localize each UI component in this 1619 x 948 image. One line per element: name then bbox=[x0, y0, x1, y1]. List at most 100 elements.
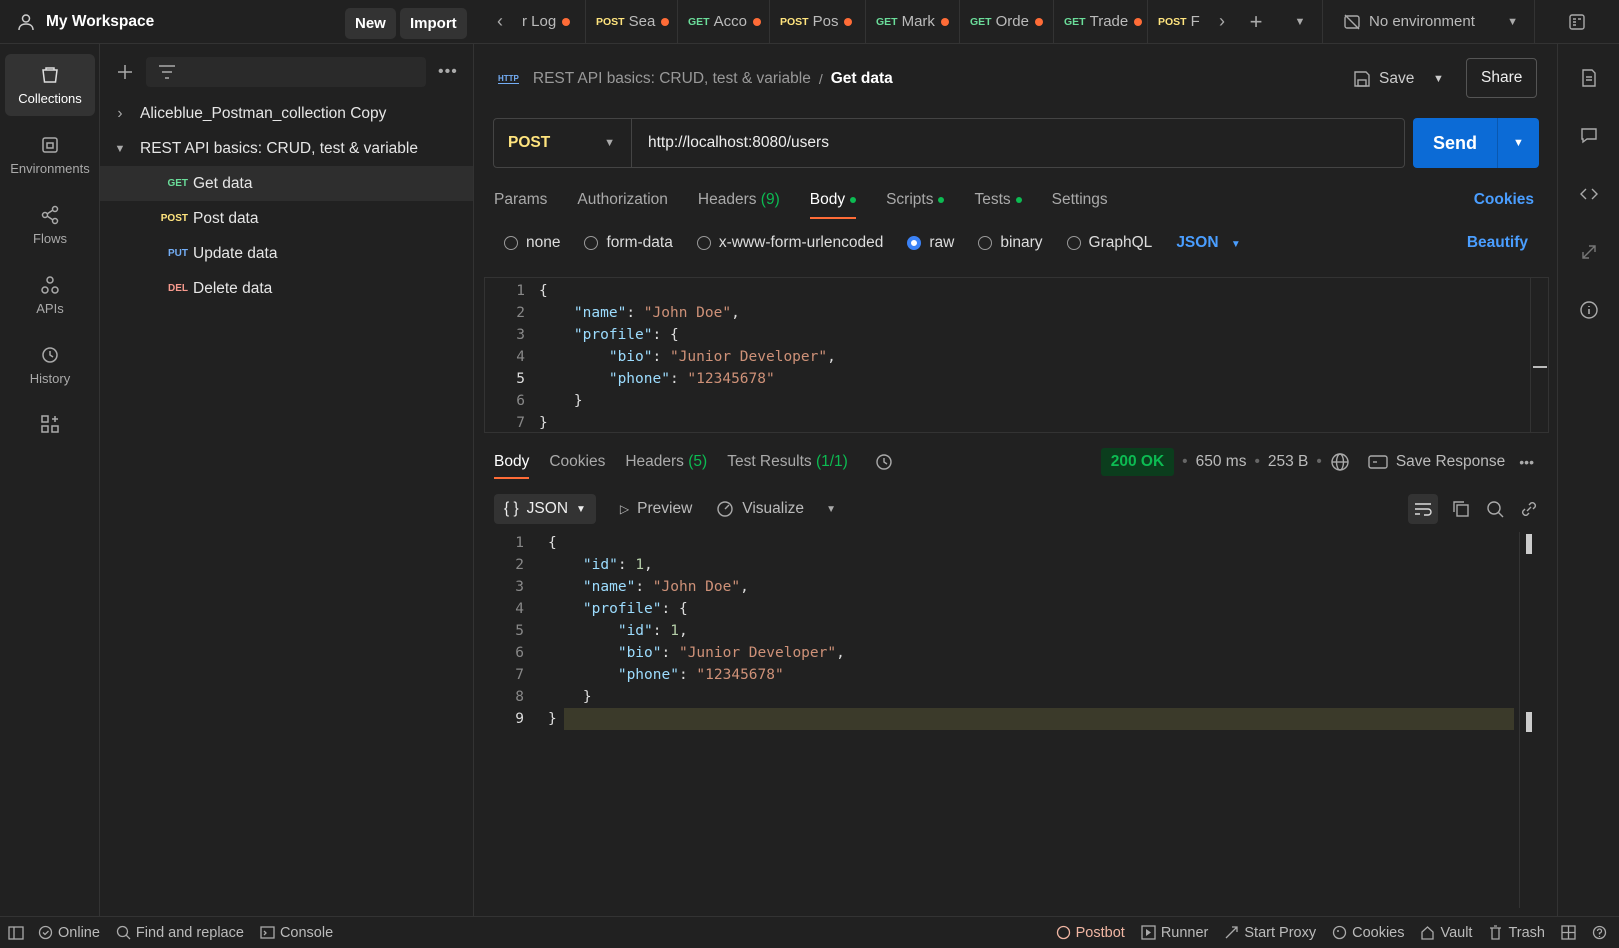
plus-icon[interactable] bbox=[116, 63, 134, 81]
link-icon[interactable] bbox=[1520, 500, 1538, 518]
find-replace-button[interactable]: Find and replace bbox=[116, 925, 244, 941]
breadcrumb-current[interactable]: Get data bbox=[831, 70, 893, 88]
tab-scroll-right[interactable]: › bbox=[1210, 11, 1234, 32]
more-icon[interactable]: ••• bbox=[438, 63, 458, 81]
tab-request[interactable]: POST Sea bbox=[586, 0, 678, 44]
environment-selector[interactable]: No environment ▼ bbox=[1322, 0, 1534, 44]
tab-request[interactable]: GET Trade bbox=[1054, 0, 1148, 44]
add-tab-icon[interactable]: + bbox=[1234, 9, 1278, 35]
tab-params[interactable]: Params bbox=[494, 191, 547, 209]
postbot-button[interactable]: Postbot bbox=[1056, 925, 1125, 941]
related-collections-icon[interactable] bbox=[1579, 242, 1599, 262]
headers-count: (9) bbox=[760, 191, 780, 208]
tab-headers[interactable]: Headers (9) bbox=[698, 191, 780, 209]
language-selector[interactable]: JSON ▼ bbox=[1176, 234, 1240, 252]
tab-request[interactable]: POST F bbox=[1148, 0, 1210, 44]
request-item[interactable]: GET Get data bbox=[100, 166, 473, 201]
request-item[interactable]: DEL Delete data bbox=[100, 271, 473, 306]
resp-tab-body[interactable]: Body bbox=[494, 453, 530, 479]
rail-history[interactable]: History bbox=[5, 334, 95, 396]
json-key: "id" bbox=[617, 623, 653, 639]
collection-item[interactable]: ▼ REST API basics: CRUD, test & variable bbox=[100, 131, 473, 166]
workspace-name[interactable]: My Workspace bbox=[46, 13, 154, 31]
response-size[interactable]: 253 B bbox=[1268, 453, 1309, 471]
tab-list-chevron-icon[interactable]: ▼ bbox=[1278, 16, 1322, 28]
comments-icon[interactable] bbox=[1579, 126, 1599, 146]
collection-item[interactable]: › Aliceblue_Postman_collection Copy bbox=[100, 96, 473, 131]
status-badge[interactable]: 200 OK bbox=[1100, 448, 1175, 476]
documentation-icon[interactable] bbox=[1579, 68, 1599, 88]
info-icon[interactable] bbox=[1579, 300, 1599, 320]
rail-apis[interactable]: APIs bbox=[5, 264, 95, 326]
save-button[interactable]: Save bbox=[1353, 64, 1414, 94]
check-circle-icon bbox=[38, 925, 53, 940]
resp-tab-tests[interactable]: Test Results (1/1) bbox=[727, 453, 848, 471]
vault-button[interactable]: Vault bbox=[1420, 925, 1472, 941]
filter-input[interactable] bbox=[146, 57, 426, 87]
tab-request[interactable]: GET Acco bbox=[678, 0, 770, 44]
send-button[interactable]: Send bbox=[1413, 133, 1497, 154]
cookies-button[interactable]: Cookies bbox=[1332, 925, 1404, 941]
tab-tests[interactable]: Tests bbox=[974, 191, 1022, 209]
radio-binary[interactable]: binary bbox=[978, 234, 1043, 252]
tab-authorization[interactable]: Authorization bbox=[577, 191, 667, 209]
tab-request[interactable]: GET Orde bbox=[960, 0, 1054, 44]
radio-urlencoded[interactable]: x-www-form-urlencoded bbox=[696, 234, 883, 252]
visualize-button[interactable]: Visualize bbox=[716, 500, 804, 518]
radio-none[interactable]: none bbox=[504, 234, 560, 252]
editor-scrollbar[interactable] bbox=[1530, 278, 1548, 432]
request-item[interactable]: POST Post data bbox=[100, 201, 473, 236]
history-icon[interactable] bbox=[874, 452, 894, 472]
url-input[interactable]: http://localhost:8080/users bbox=[648, 134, 829, 152]
share-button[interactable]: Share bbox=[1466, 58, 1538, 98]
radio-form-data[interactable]: form-data bbox=[584, 234, 673, 252]
import-button[interactable]: Import bbox=[400, 8, 467, 39]
rail-flows[interactable]: Flows bbox=[5, 194, 95, 256]
online-status[interactable]: Online bbox=[38, 925, 100, 941]
resp-tab-cookies[interactable]: Cookies bbox=[549, 453, 605, 471]
start-proxy-button[interactable]: Start Proxy bbox=[1224, 925, 1316, 941]
preview-button[interactable]: ▷ Preview bbox=[620, 500, 692, 518]
rail-environments[interactable]: Environments bbox=[5, 124, 95, 186]
beautify-link[interactable]: Beautify bbox=[1467, 234, 1528, 252]
help-icon[interactable] bbox=[1592, 925, 1607, 940]
right-pane-toggle[interactable] bbox=[1534, 0, 1619, 44]
search-icon[interactable] bbox=[1486, 500, 1504, 518]
layout-icon[interactable] bbox=[1561, 925, 1576, 940]
format-selector[interactable]: { } JSON ▼ bbox=[494, 494, 596, 524]
tab-request[interactable]: r Log bbox=[522, 0, 586, 44]
runner-button[interactable]: Runner bbox=[1141, 925, 1208, 941]
radio-graphql[interactable]: GraphQL bbox=[1066, 234, 1152, 252]
wrap-lines-button[interactable] bbox=[1408, 494, 1438, 524]
copy-icon[interactable] bbox=[1452, 500, 1470, 518]
radio-raw[interactable]: raw bbox=[907, 234, 954, 252]
tab-request[interactable]: GET Mark bbox=[866, 0, 960, 44]
save-response-button[interactable]: Save Response bbox=[1368, 453, 1505, 471]
tab-scripts[interactable]: Scripts bbox=[886, 191, 945, 209]
tab-scroll-left[interactable]: ‹ bbox=[478, 11, 522, 32]
send-options-chevron-icon[interactable]: ▼ bbox=[1497, 118, 1539, 168]
breadcrumb-parent[interactable]: REST API basics: CRUD, test & variable bbox=[533, 70, 811, 88]
response-body-viewer[interactable]: 1 2 3 4 5 6 7 8 9 { "id": 1, "name": "Jo… bbox=[484, 532, 1539, 908]
console-button[interactable]: Console bbox=[260, 925, 333, 941]
trash-button[interactable]: Trash bbox=[1488, 925, 1545, 941]
method-selector[interactable]: POST ▼ bbox=[494, 119, 632, 167]
viewer-scrollbar[interactable] bbox=[1519, 532, 1539, 908]
tab-settings[interactable]: Settings bbox=[1052, 191, 1108, 209]
globe-icon[interactable] bbox=[1330, 452, 1350, 472]
code-icon[interactable] bbox=[1579, 184, 1599, 204]
rail-configure[interactable] bbox=[5, 404, 95, 444]
rail-collections[interactable]: Collections bbox=[5, 54, 95, 116]
save-options-chevron-icon[interactable]: ▼ bbox=[1433, 73, 1444, 85]
tab-body[interactable]: Body bbox=[809, 191, 857, 219]
more-icon[interactable]: ••• bbox=[1519, 454, 1534, 470]
request-body-editor[interactable]: 1 2 3 4 5 6 7 { "name": "John Doe", "pro… bbox=[484, 277, 1549, 433]
resp-tab-headers[interactable]: Headers (5) bbox=[625, 453, 707, 471]
response-time[interactable]: 650 ms bbox=[1196, 453, 1247, 471]
sidebar-toggle-icon[interactable] bbox=[8, 925, 24, 940]
chevron-down-icon[interactable]: ▼ bbox=[826, 504, 836, 515]
tab-request[interactable]: POST Pos bbox=[770, 0, 866, 44]
new-button[interactable]: New bbox=[345, 8, 396, 39]
cookies-link[interactable]: Cookies bbox=[1474, 191, 1534, 209]
request-item[interactable]: PUT Update data bbox=[100, 236, 473, 271]
